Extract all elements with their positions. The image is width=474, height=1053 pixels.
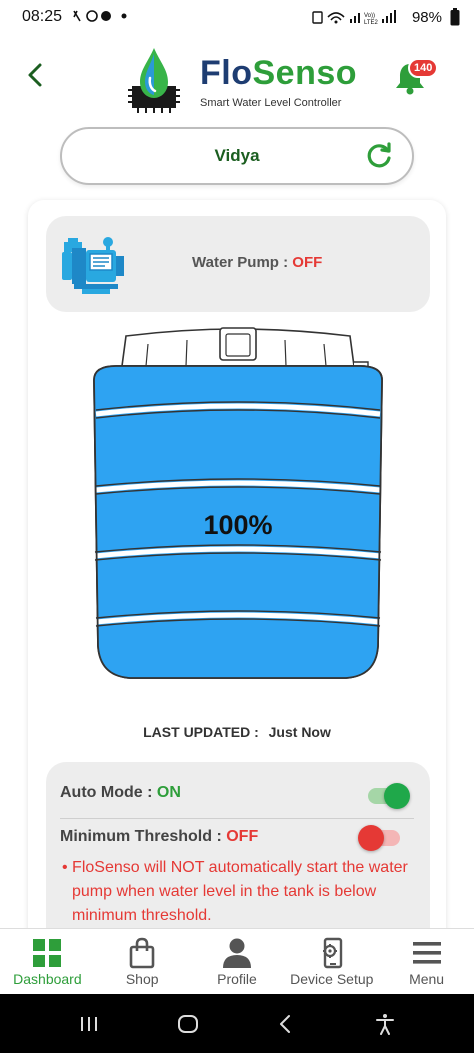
system-navigation-bar [0,994,474,1053]
flosenso-logo: FloSenso Smart Water Level Controller [122,44,362,118]
water-pump-label: Water Pump : [192,254,289,271]
logo-title: FloSenso [200,54,357,93]
app-header: FloSenso Smart Water Level Controller 14… [0,34,474,124]
last-updated-label: LAST UPDATED : [143,724,259,740]
refresh-icon [367,142,391,168]
notification-count-badge: 140 [408,58,439,78]
auto-mode-state: ON [156,784,181,801]
accessibility-icon[interactable] [373,1012,397,1036]
nav-shop[interactable]: Shop [95,929,190,994]
last-updated: LAST UPDATED : Just Now [0,724,474,740]
logo-subtitle: Smart Water Level Controller [200,97,342,109]
auto-mode-row: Auto Mode : ON [60,784,181,802]
min-threshold-warning: • FloSenso will NOT automatically start … [62,859,408,924]
nav-dashboard-label: Dashboard [13,971,82,987]
device-setup-icon [322,937,342,969]
nav-shop-label: Shop [125,971,159,987]
nav-profile-label: Profile [217,971,257,987]
auto-mode-label: Auto Mode : [60,784,153,801]
device-name: Vidya [214,146,260,165]
signal-icons: Vo)) LTE2 [312,10,396,25]
recent-apps-icon[interactable] [77,1012,101,1036]
chevron-left-icon [28,63,42,87]
auto-mode-toggle[interactable] [368,783,410,809]
home-icon[interactable] [176,1012,200,1036]
nav-device-setup[interactable]: Device Setup [284,929,379,994]
person-icon [222,938,251,968]
battery-icon [450,8,460,26]
water-pump-panel: Water Pump : OFF [46,216,430,312]
min-threshold-state: OFF [226,828,259,845]
auto-mode-toggle-knob [384,783,410,809]
logo-title-part2: Senso [252,54,358,92]
min-threshold-toggle-knob [358,825,384,851]
min-threshold-toggle[interactable] [358,825,400,851]
back-nav-icon[interactable] [274,1012,298,1036]
device-selector[interactable]: Vidya [60,127,414,185]
status-bar-left: 08:25 [22,8,130,26]
divider [60,818,414,819]
min-threshold-row: Minimum Threshold : OFF [60,828,258,846]
water-pump-icon [62,237,124,294]
clock: 08:25 [22,8,63,25]
menu-icon [412,942,441,964]
water-pump-state: OFF [292,254,323,271]
notification-icons [72,9,130,26]
svg-text:Vo)): Vo)) [364,13,375,19]
tank-level-percentage: 100% [203,510,273,540]
grid-icon [33,939,62,967]
shopping-bag-icon [129,937,155,969]
last-updated-value: Just Now [268,724,331,740]
bottom-navigation: Dashboard Shop Profile Device Setup Menu [0,928,474,994]
back-button[interactable] [24,62,46,95]
nav-profile[interactable]: Profile [190,929,285,994]
battery-text: 98% [411,8,442,26]
nav-dashboard[interactable]: Dashboard [0,929,95,994]
status-bar-right: Vo)) LTE2 98% [312,8,460,26]
status-bar: 08:25 Vo)) LTE2 98% [0,0,474,34]
logo-title-part1: Flo [200,54,253,92]
nav-device-setup-label: Device Setup [290,971,374,987]
status-notification-icons [73,9,127,22]
logo-chip-drop-icon [128,48,180,113]
refresh-button[interactable] [364,141,394,171]
svg-text:LTE2: LTE2 [364,20,379,25]
nav-menu-label: Menu [409,971,445,987]
nav-menu[interactable]: Menu [379,929,474,994]
min-threshold-label: Minimum Threshold : [60,828,222,845]
water-pump-status: Water Pump : OFF [192,254,322,271]
